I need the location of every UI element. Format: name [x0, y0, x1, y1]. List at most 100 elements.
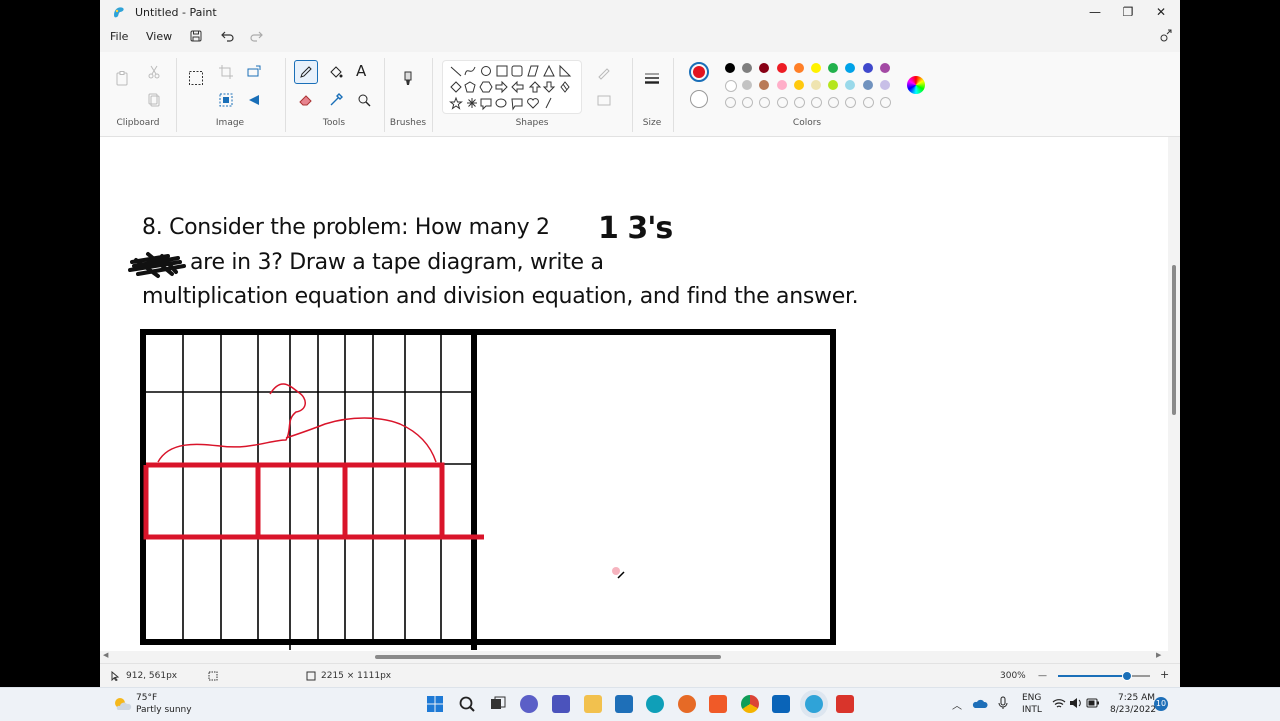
- magnifier-icon[interactable]: [356, 92, 372, 108]
- secondary-color-button[interactable]: [690, 90, 708, 108]
- color-swatch[interactable]: [742, 63, 753, 73]
- scroll-right-icon[interactable]: ▶: [1156, 651, 1161, 659]
- color-swatch[interactable]: [742, 80, 753, 90]
- image-select-all-icon[interactable]: [218, 92, 234, 108]
- text-tool-icon[interactable]: A: [356, 62, 366, 80]
- menu-file[interactable]: File: [110, 30, 128, 43]
- crop-icon[interactable]: [218, 64, 234, 80]
- color-swatch[interactable]: [793, 80, 804, 90]
- color-swatch[interactable]: [828, 80, 839, 90]
- eraser-icon[interactable]: [298, 92, 314, 108]
- input-language[interactable]: ENG: [1022, 693, 1041, 704]
- color-swatch[interactable]: [759, 63, 770, 73]
- primary-color-button[interactable]: [689, 62, 709, 82]
- custom-color-slot[interactable]: [862, 97, 874, 108]
- minimize-button[interactable]: —: [1080, 2, 1110, 22]
- wifi-icon[interactable]: [1052, 698, 1066, 709]
- zoom-out-button[interactable]: —: [1038, 671, 1047, 681]
- color-swatch[interactable]: [879, 80, 890, 90]
- color-picker-icon[interactable]: [328, 92, 344, 108]
- zoom-slider[interactable]: [1058, 671, 1150, 681]
- cut-icon[interactable]: [146, 64, 162, 80]
- edit-colors-icon[interactable]: [907, 76, 925, 94]
- volume-icon[interactable]: [1069, 697, 1083, 709]
- show-hidden-icons-icon[interactable]: ︿: [952, 697, 962, 712]
- custom-color-slot[interactable]: [793, 97, 805, 108]
- maximize-button[interactable]: ❐: [1113, 2, 1143, 22]
- color-swatch[interactable]: [862, 80, 873, 90]
- save-icon[interactable]: [188, 28, 204, 44]
- input-layout[interactable]: INTL: [1022, 705, 1042, 716]
- pencil-tool-active[interactable]: [294, 60, 318, 84]
- brave-icon[interactable]: [709, 695, 727, 713]
- onedrive-icon[interactable]: [972, 697, 988, 709]
- chrome-icon[interactable]: [741, 695, 759, 713]
- custom-color-slot[interactable]: [845, 97, 857, 108]
- color-swatch[interactable]: [862, 63, 873, 73]
- share-settings-icon[interactable]: [1158, 28, 1174, 44]
- select-icon[interactable]: [188, 70, 204, 86]
- custom-color-slot[interactable]: [811, 97, 822, 108]
- color-swatch[interactable]: [776, 63, 787, 73]
- shapes-grid-icon[interactable]: [443, 61, 581, 113]
- fill-icon[interactable]: [328, 64, 344, 80]
- start-icon[interactable]: [426, 695, 444, 713]
- cursor-position-icon: [111, 671, 120, 681]
- zoom-in-button[interactable]: +: [1160, 668, 1169, 681]
- copy-icon[interactable]: [146, 92, 162, 108]
- outline-icon[interactable]: [596, 64, 612, 80]
- menu-view[interactable]: View: [146, 30, 172, 43]
- file-explorer-icon[interactable]: [584, 695, 602, 713]
- drawing-canvas[interactable]: 8. Consider the problem: How many 2 1 3'…: [100, 137, 1168, 651]
- color-swatch[interactable]: [725, 63, 735, 73]
- undo-icon[interactable]: [220, 28, 236, 44]
- size-icon[interactable]: [644, 70, 660, 86]
- clock-date[interactable]: 8/23/2022: [1110, 705, 1156, 716]
- close-button[interactable]: ✕: [1146, 2, 1176, 22]
- custom-color-slot[interactable]: [759, 97, 771, 108]
- store-icon[interactable]: [615, 695, 633, 713]
- paint-taskbar-icon[interactable]: [805, 695, 823, 713]
- recorder-icon[interactable]: [836, 695, 854, 713]
- chat-icon[interactable]: [520, 695, 538, 713]
- microphone-icon[interactable]: [998, 696, 1008, 710]
- color-swatch[interactable]: [811, 63, 821, 73]
- redo-icon[interactable]: [248, 28, 264, 44]
- color-swatch[interactable]: [776, 80, 787, 90]
- color-swatch[interactable]: [759, 80, 770, 90]
- zoom-slider-knob[interactable]: [1122, 671, 1132, 681]
- zoom-level[interactable]: 300%: [1000, 671, 1026, 681]
- task-view-icon[interactable]: [489, 695, 507, 713]
- battery-icon[interactable]: [1086, 698, 1100, 708]
- fill-shape-icon[interactable]: [596, 92, 612, 108]
- color-swatch[interactable]: [845, 80, 856, 90]
- brush-icon[interactable]: [400, 70, 416, 86]
- color-swatch[interactable]: [879, 63, 890, 73]
- color-swatch[interactable]: [845, 63, 856, 73]
- custom-color-slot[interactable]: [828, 97, 840, 108]
- color-swatch[interactable]: [811, 80, 821, 90]
- rotate-icon[interactable]: [246, 92, 262, 108]
- scroll-left-icon[interactable]: ◀: [103, 651, 108, 659]
- outlook-icon[interactable]: [772, 695, 790, 713]
- paste-icon[interactable]: [114, 70, 130, 86]
- weather-icon[interactable]: [112, 695, 132, 713]
- vertical-scroll-thumb[interactable]: [1172, 265, 1176, 415]
- custom-color-slot[interactable]: [725, 97, 736, 108]
- color-swatch[interactable]: [725, 80, 737, 92]
- clock-time[interactable]: 7:25 AM: [1118, 693, 1155, 704]
- color-swatch[interactable]: [793, 63, 804, 73]
- color-swatch[interactable]: [828, 63, 839, 73]
- search-icon[interactable]: [458, 695, 476, 713]
- teams-icon[interactable]: [552, 695, 570, 713]
- resize-icon[interactable]: [246, 64, 262, 80]
- custom-color-slot[interactable]: [776, 97, 788, 108]
- horizontal-scrollbar[interactable]: ◀ ▶: [100, 651, 1168, 663]
- edge-icon[interactable]: [646, 695, 664, 713]
- notification-badge[interactable]: 10: [1154, 697, 1168, 711]
- horizontal-scroll-thumb[interactable]: [375, 655, 721, 659]
- custom-color-slot[interactable]: [879, 97, 891, 108]
- custom-color-slot[interactable]: [742, 97, 754, 108]
- firefox-icon[interactable]: [678, 695, 696, 713]
- vertical-scrollbar[interactable]: [1168, 137, 1180, 651]
